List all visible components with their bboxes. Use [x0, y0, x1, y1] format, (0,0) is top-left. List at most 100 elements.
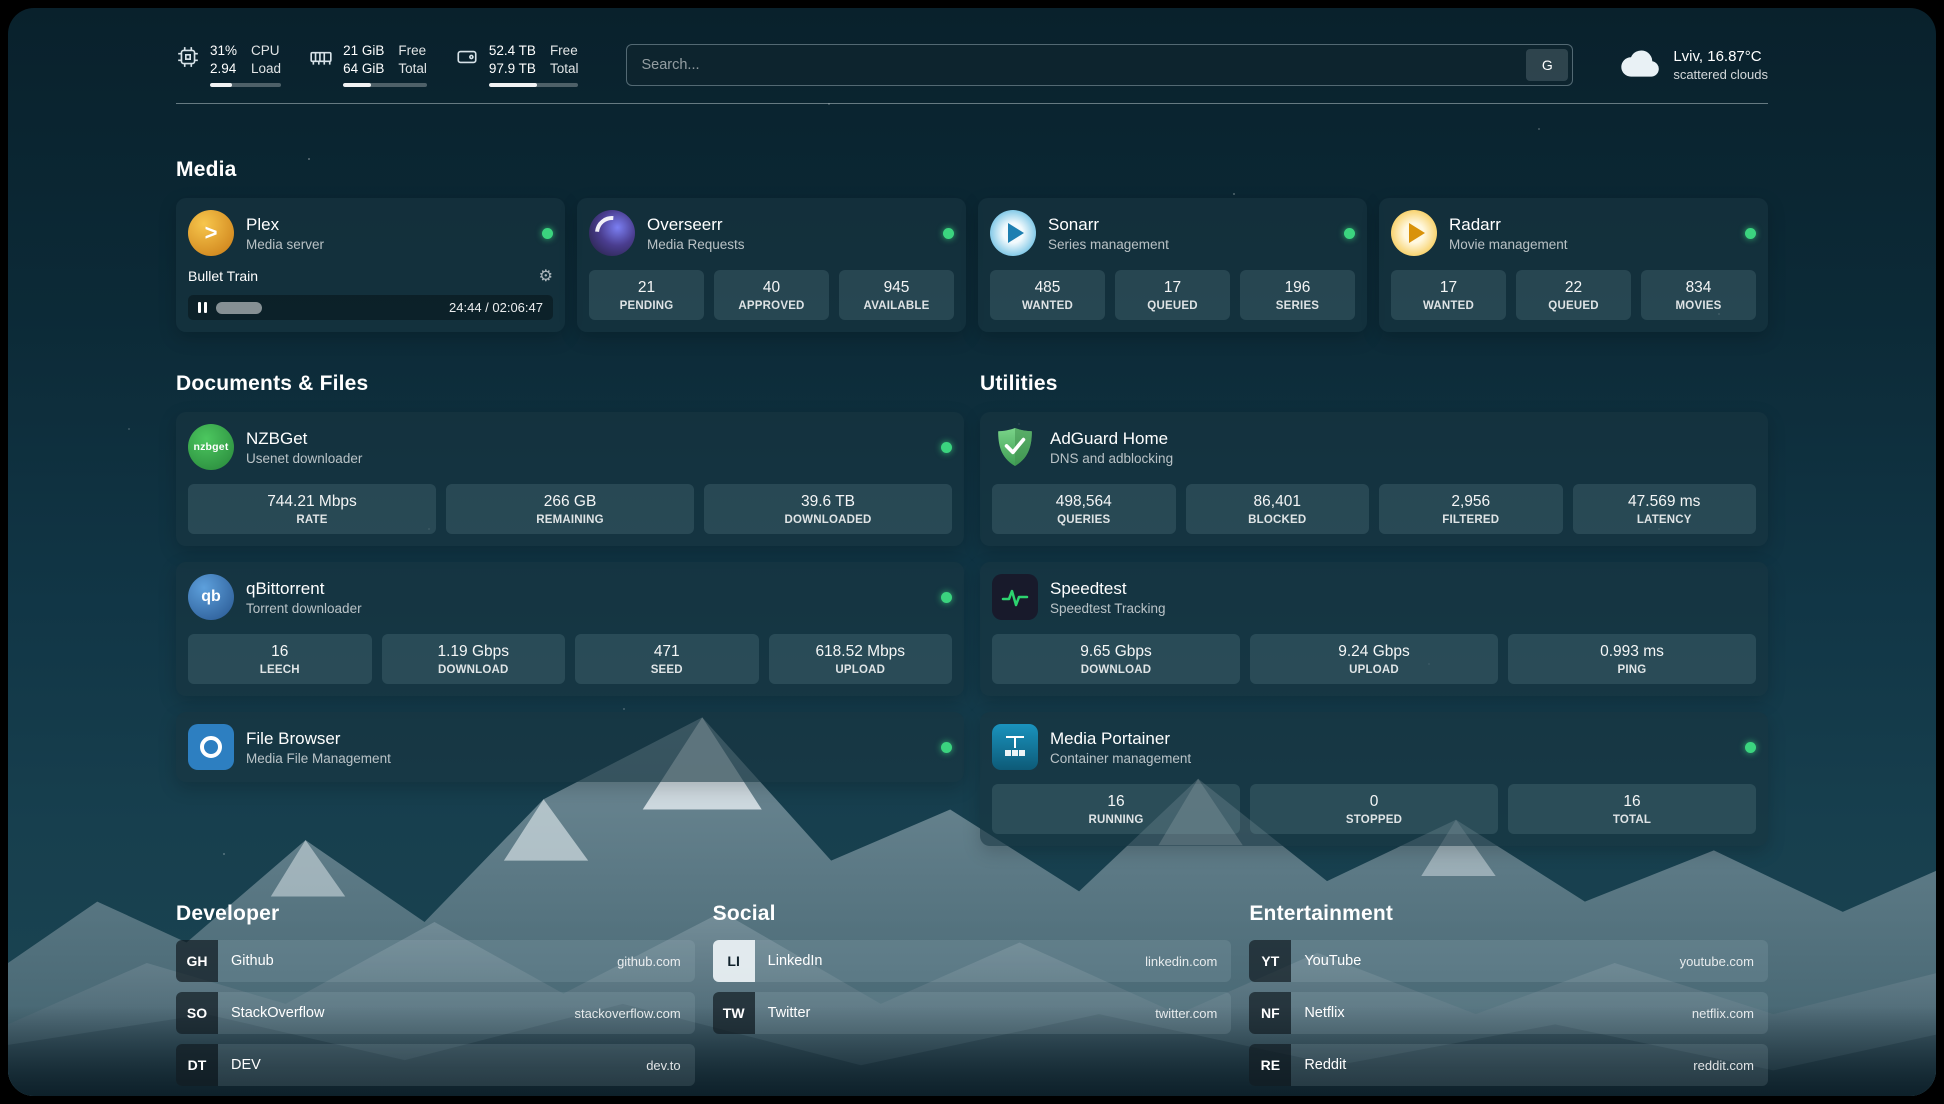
sonarr-icon: [990, 210, 1036, 256]
service-card-sonarr[interactable]: Sonarr Series management 485 WANTED 17 Q…: [978, 198, 1367, 332]
memory-free-label: Free: [398, 42, 427, 60]
stat-latency: 47.569 ms LATENCY: [1573, 484, 1757, 534]
service-card-radarr[interactable]: Radarr Movie management 17 WANTED 22 QUE…: [1379, 198, 1768, 332]
bookmark-group-developer: Developer GH Github github.com SO StackO…: [176, 902, 695, 1096]
service-card-filebrowser[interactable]: File Browser Media File Management: [176, 712, 964, 782]
disk-widget: 52.4 TB 97.9 TB Free Total: [455, 42, 579, 87]
disk-free: 52.4 TB: [489, 42, 536, 60]
cpu-load-label: Load: [251, 60, 281, 78]
service-subtitle: Media Requests: [647, 237, 745, 252]
service-subtitle: Container management: [1050, 751, 1191, 766]
settings-gear-icon[interactable]: ⚙: [539, 266, 553, 286]
service-subtitle: Series management: [1048, 237, 1169, 252]
stat-upload: 618.52 Mbps UPLOAD: [769, 634, 953, 684]
stat-leech: 16 LEECH: [188, 634, 372, 684]
pause-button[interactable]: [198, 302, 207, 313]
twitter-icon: TW: [713, 992, 755, 1034]
stat-movies: 834 MOVIES: [1641, 270, 1756, 320]
stat-download: 1.19 Gbps DOWNLOAD: [382, 634, 566, 684]
stat-filtered: 2,956 FILTERED: [1379, 484, 1563, 534]
search-provider-button[interactable]: G: [1526, 49, 1568, 81]
now-playing-title: Bullet Train: [188, 268, 258, 284]
dashboard-window: 31% 2.94 CPU Load: [8, 8, 1936, 1096]
bookmark-twitter[interactable]: TW Twitter twitter.com: [713, 992, 1232, 1034]
service-name: Radarr: [1449, 215, 1568, 235]
bookmark-reddit[interactable]: RE Reddit reddit.com: [1249, 1044, 1768, 1086]
cpu-icon: [176, 45, 200, 69]
stat-available: 945 AVAILABLE: [839, 270, 954, 320]
bookmark-dev[interactable]: DT DEV dev.to: [176, 1044, 695, 1086]
disk-icon: [455, 45, 479, 69]
bookmark-group-social: Social LI LinkedIn linkedin.com TW Twitt…: [713, 902, 1232, 1096]
service-card-nzbget[interactable]: nzbget NZBGet Usenet downloader 744.21 M…: [176, 412, 964, 546]
stat-seed: 471 SEED: [575, 634, 759, 684]
service-card-speedtest[interactable]: Speedtest Speedtest Tracking 9.65 Gbps D…: [980, 562, 1768, 696]
search-bar[interactable]: G: [626, 44, 1573, 86]
service-name: AdGuard Home: [1050, 429, 1173, 449]
stat-approved: 40 APPROVED: [714, 270, 829, 320]
bookmark-stackoverflow[interactable]: SO StackOverflow stackoverflow.com: [176, 992, 695, 1034]
service-subtitle: Usenet downloader: [246, 451, 362, 466]
nzbget-icon: nzbget: [188, 424, 234, 470]
cpu-load: 2.94: [210, 60, 237, 78]
cpu-widget: 31% 2.94 CPU Load: [176, 42, 281, 87]
status-dot: [941, 592, 952, 603]
stat-wanted: 485 WANTED: [990, 270, 1105, 320]
bookmark-linkedin[interactable]: LI LinkedIn linkedin.com: [713, 940, 1232, 982]
stat-rate: 744.21 Mbps RATE: [188, 484, 436, 534]
disk-total: 97.9 TB: [489, 60, 536, 78]
section-title-social: Social: [713, 902, 1232, 926]
service-card-overseerr[interactable]: Overseerr Media Requests 21 PENDING 40 A…: [577, 198, 966, 332]
weather-location: Lviv, 16.87°C: [1673, 48, 1768, 65]
cpu-progress-bar: [210, 83, 281, 87]
stat-download: 9.65 Gbps DOWNLOAD: [992, 634, 1240, 684]
service-name: Speedtest: [1050, 579, 1166, 599]
service-card-plex[interactable]: > Plex Media server Bullet Train ⚙: [176, 198, 565, 332]
memory-progress-bar: [343, 83, 427, 87]
search-input[interactable]: [641, 57, 1526, 73]
weather-condition: scattered clouds: [1673, 67, 1768, 82]
bookmark-netflix[interactable]: NF Netflix netflix.com: [1249, 992, 1768, 1034]
netflix-icon: NF: [1249, 992, 1291, 1034]
disk-progress-bar: [489, 83, 579, 87]
cpu-label: CPU: [251, 42, 281, 60]
section-title-media: Media: [176, 158, 1768, 182]
adguard-icon: [992, 424, 1038, 470]
status-dot: [1745, 228, 1756, 239]
bookmark-group-entertainment: Entertainment YT YouTube youtube.com NF …: [1249, 902, 1768, 1096]
header-divider: [176, 103, 1768, 104]
cpu-percent: 31%: [210, 42, 237, 60]
overseerr-icon: [589, 210, 635, 256]
radarr-icon: [1391, 210, 1437, 256]
section-title-documents: Documents & Files: [176, 372, 964, 396]
stat-queued: 22 QUEUED: [1516, 270, 1631, 320]
bookmark-github[interactable]: GH Github github.com: [176, 940, 695, 982]
status-dot: [941, 742, 952, 753]
section-title-utilities: Utilities: [980, 372, 1768, 396]
status-dot: [542, 228, 553, 239]
service-card-portainer[interactable]: Media Portainer Container management 16 …: [980, 712, 1768, 846]
service-subtitle: Media File Management: [246, 751, 391, 766]
reddit-icon: RE: [1249, 1044, 1291, 1086]
top-bar: 31% 2.94 CPU Load: [176, 8, 1768, 87]
stackoverflow-icon: SO: [176, 992, 218, 1034]
service-card-adguard[interactable]: AdGuard Home DNS and adblocking 498,564 …: [980, 412, 1768, 546]
disk-free-label: Free: [550, 42, 579, 60]
service-subtitle: Speedtest Tracking: [1050, 601, 1166, 616]
bookmark-youtube[interactable]: YT YouTube youtube.com: [1249, 940, 1768, 982]
stat-running: 16 RUNNING: [992, 784, 1240, 834]
status-dot: [943, 228, 954, 239]
qbittorrent-icon: qb: [188, 574, 234, 620]
plex-icon: >: [188, 210, 234, 256]
stat-queries: 498,564 QUERIES: [992, 484, 1176, 534]
stat-ping: 0.993 ms PING: [1508, 634, 1756, 684]
memory-free: 21 GiB: [343, 42, 384, 60]
status-dot: [1344, 228, 1355, 239]
memory-widget: 21 GiB 64 GiB Free Total: [309, 42, 427, 87]
progress-pill: [216, 302, 262, 314]
stat-total: 16 TOTAL: [1508, 784, 1756, 834]
now-playing-progress: 24:44 / 02:06:47: [188, 295, 553, 320]
service-card-qbittorrent[interactable]: qb qBittorrent Torrent downloader 16 LEE…: [176, 562, 964, 696]
service-subtitle: DNS and adblocking: [1050, 451, 1173, 466]
github-icon: GH: [176, 940, 218, 982]
